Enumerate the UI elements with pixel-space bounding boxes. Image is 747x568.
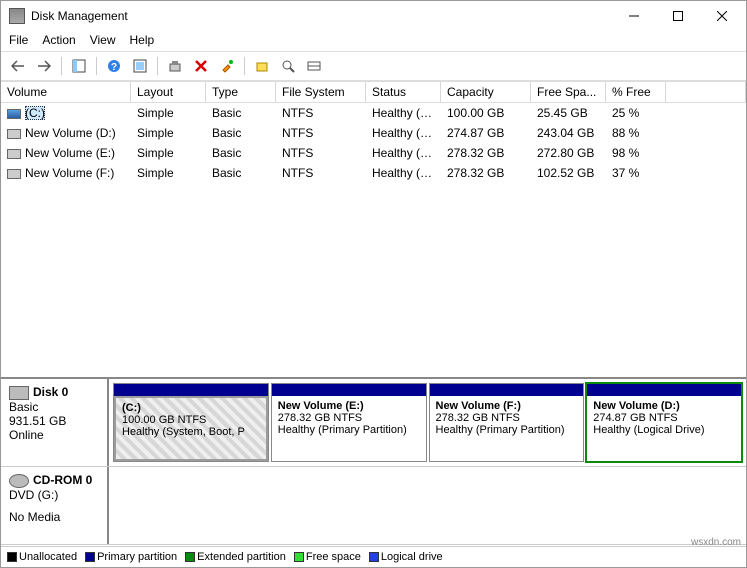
toolbar: ? [1, 51, 746, 81]
show-hide-button[interactable] [68, 55, 90, 77]
watermark: wsxdn.com [691, 537, 741, 548]
menu-file[interactable]: File [9, 33, 28, 47]
back-button[interactable] [7, 55, 29, 77]
disk-icon [9, 386, 29, 400]
table-row[interactable]: (C:)SimpleBasicNTFSHealthy (S...100.00 G… [1, 103, 746, 123]
partition-block[interactable]: New Volume (F:)278.32 GB NTFSHealthy (Pr… [429, 383, 585, 462]
partition-block[interactable]: (C:)100.00 GB NTFSHealthy (System, Boot,… [113, 383, 269, 462]
volume-name: New Volume (E:) [25, 146, 115, 160]
svg-text:?: ? [111, 62, 117, 73]
col-capacity[interactable]: Capacity [441, 82, 531, 102]
volume-name: New Volume (D:) [25, 126, 116, 140]
tool-button-2[interactable] [277, 55, 299, 77]
menu-action[interactable]: Action [42, 33, 75, 47]
app-icon [9, 8, 25, 24]
col-free[interactable]: Free Spa... [531, 82, 606, 102]
volume-icon [7, 169, 21, 179]
volume-icon [7, 129, 21, 139]
refresh-button[interactable] [129, 55, 151, 77]
cdrom-info: CD-ROM 0 DVD (G:) No Media [1, 467, 109, 544]
col-layout[interactable]: Layout [131, 82, 206, 102]
menubar: File Action View Help [1, 31, 746, 51]
volume-list: Volume Layout Type File System Status Ca… [1, 81, 746, 379]
minimize-button[interactable] [612, 2, 656, 30]
table-row[interactable]: New Volume (D:)SimpleBasicNTFSHealthy (L… [1, 123, 746, 143]
partition-stripe [114, 384, 268, 396]
maximize-button[interactable] [656, 2, 700, 30]
menu-help[interactable]: Help [130, 33, 155, 47]
disk-info: Disk 0 Basic 931.51 GB Online [1, 379, 109, 466]
list-header: Volume Layout Type File System Status Ca… [1, 81, 746, 103]
col-blank[interactable] [666, 82, 746, 102]
col-status[interactable]: Status [366, 82, 441, 102]
col-volume[interactable]: Volume [1, 82, 131, 102]
titlebar: Disk Management [1, 1, 746, 31]
partition-stripe [272, 384, 426, 396]
volume-icon [7, 109, 21, 119]
cdrom-icon [9, 474, 29, 488]
col-type[interactable]: Type [206, 82, 276, 102]
partition-block[interactable]: New Volume (E:)278.32 GB NTFSHealthy (Pr… [271, 383, 427, 462]
forward-button[interactable] [33, 55, 55, 77]
table-row[interactable]: New Volume (F:)SimpleBasicNTFSHealthy (P… [1, 163, 746, 183]
volume-icon [7, 149, 21, 159]
volume-name: New Volume (F:) [25, 166, 114, 180]
tool-button-1[interactable] [251, 55, 273, 77]
graphical-view: Disk 0 Basic 931.51 GB Online (C:)100.00… [1, 379, 746, 547]
menu-view[interactable]: View [90, 33, 116, 47]
col-pct[interactable]: % Free [606, 82, 666, 102]
partition-stripe [430, 384, 584, 396]
partition-block[interactable]: New Volume (D:)274.87 GB NTFSHealthy (Lo… [586, 383, 742, 462]
table-row[interactable]: New Volume (E:)SimpleBasicNTFSHealthy (P… [1, 143, 746, 163]
disk-row-0[interactable]: Disk 0 Basic 931.51 GB Online (C:)100.00… [1, 379, 746, 467]
properties-button[interactable] [216, 55, 238, 77]
legend: Unallocated Primary partition Extended p… [1, 547, 746, 567]
delete-button[interactable] [190, 55, 212, 77]
window-title: Disk Management [31, 9, 612, 23]
volume-name: (C:) [25, 106, 45, 120]
help-button[interactable]: ? [103, 55, 125, 77]
wizard-button[interactable] [164, 55, 186, 77]
close-button[interactable] [700, 2, 744, 30]
partition-stripe [587, 384, 741, 396]
col-fs[interactable]: File System [276, 82, 366, 102]
cdrom-row[interactable]: CD-ROM 0 DVD (G:) No Media [1, 467, 746, 545]
tool-button-3[interactable] [303, 55, 325, 77]
